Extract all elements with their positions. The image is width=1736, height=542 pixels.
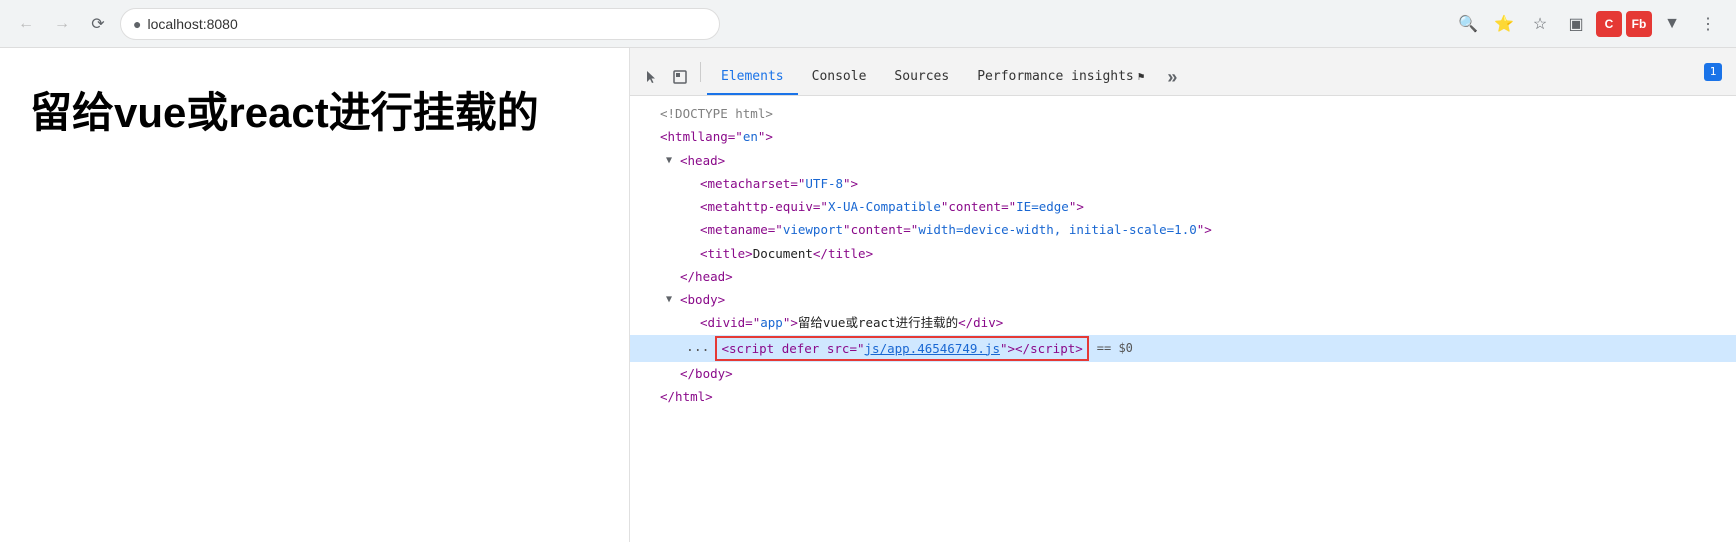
browser-chrome: ← → ⟳ ● localhost:8080 🔍 ⭐ ☆ ▣ C Fb ▼ ⋮ [0,0,1736,48]
forward-button[interactable]: → [48,10,76,38]
dom-tree: <!DOCTYPE html> <html lang="en"> ▼ <head… [630,96,1736,542]
collapse-triangle[interactable]: ▼ [666,152,678,169]
dom-line: <meta http-equiv="X-UA-Compatible" conte… [630,195,1736,218]
triangle-icon [646,128,658,145]
devtools-inspect-icon[interactable] [666,59,694,95]
dom-line: ▼ <head> [630,149,1736,172]
tab-console[interactable]: Console [798,59,881,95]
dom-line: <meta name="viewport" content="width=dev… [630,218,1736,241]
dollar-sign: == $0 [1097,338,1133,358]
triangle-icon [646,105,658,122]
page-heading: 留给vue或react进行挂载的 [30,88,539,138]
script-tag-highlighted: <script defer src="js/app.46546749.js"><… [715,336,1088,361]
dom-line: </body> [630,362,1736,385]
reload-button[interactable]: ⟳ [84,10,112,38]
devtools-cursor-icon[interactable] [638,59,666,95]
triangle-icon [686,198,698,215]
more-options-button[interactable]: ⋮ [1692,8,1724,40]
expand-dots[interactable]: ... [686,337,709,359]
zoom-button[interactable]: 🔍 [1452,8,1484,40]
triangle-icon [686,221,698,238]
tab-sources[interactable]: Sources [880,59,963,95]
dom-line: </head> [630,265,1736,288]
browser-toolbar-icons: 🔍 ⭐ ☆ ▣ C Fb ▼ ⋮ [1452,8,1724,40]
tab-performance[interactable]: Performance insights ⚑ [963,59,1158,95]
cast-button[interactable]: ▣ [1560,8,1592,40]
extension-triangle-button[interactable]: ▼ [1656,8,1688,40]
triangle-icon [686,314,698,331]
bookmark-button[interactable]: ☆ [1524,8,1556,40]
back-button[interactable]: ← [12,10,40,38]
collapse-triangle[interactable]: ▼ [666,291,678,308]
triangle-icon [686,175,698,192]
dom-line: <!DOCTYPE html> [630,102,1736,125]
dom-line: <div id="app">留给vue或react进行挂载的</div> [630,311,1736,334]
toolbar-separator [700,62,701,82]
more-tabs-button[interactable]: » [1158,59,1186,95]
main-area: 留给vue或react进行挂载的 Elements Console [0,48,1736,542]
share-button[interactable]: ⭐ [1488,8,1520,40]
triangle-icon [686,245,698,262]
lock-icon: ● [133,16,141,32]
address-bar[interactable]: ● localhost:8080 [120,8,720,40]
dom-line: <title>Document</title> [630,242,1736,265]
page-content: 留给vue或react进行挂载的 [0,48,630,542]
extension-fb-button[interactable]: Fb [1626,11,1652,37]
notification-badge: 1 [1704,63,1722,81]
dom-line: <html lang="en"> [630,125,1736,148]
dom-line-script[interactable]: ... <script defer src="js/app.46546749.j… [630,335,1736,362]
tab-elements[interactable]: Elements [707,59,798,95]
triangle-icon [666,268,678,285]
dom-line: ▼ <body> [630,288,1736,311]
extension-c-button[interactable]: C [1596,11,1622,37]
dom-line: </html> [630,385,1736,408]
devtools-panel: Elements Console Sources Performance ins… [630,48,1736,542]
dom-line: <meta charset="UTF-8"> [630,172,1736,195]
url-text: localhost:8080 [147,16,237,32]
devtools-toolbar: Elements Console Sources Performance ins… [630,48,1736,96]
triangle-icon [646,388,658,405]
triangle-icon [666,365,678,382]
